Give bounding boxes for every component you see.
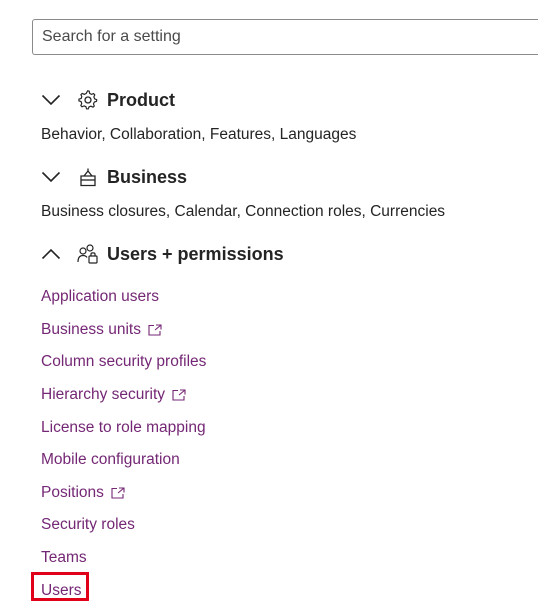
link-application-users[interactable]: Application users [41, 281, 206, 314]
chevron-down-icon[interactable] [40, 93, 62, 107]
section-summary-business: Business closures, Calendar, Connection … [41, 203, 446, 220]
link-label[interactable]: Users [41, 582, 81, 600]
chevron-down-icon[interactable] [40, 170, 62, 184]
users-lock-icon [77, 243, 99, 265]
link-mobile-configuration[interactable]: Mobile configuration [41, 444, 206, 477]
section-title-users-permissions: Users + permissions [107, 243, 284, 264]
link-label[interactable]: Application users [41, 288, 159, 306]
external-link-icon [148, 324, 162, 336]
link-users[interactable]: Users [41, 574, 206, 604]
section-header-product[interactable]: Product [40, 86, 175, 114]
link-positions[interactable]: Positions [41, 477, 206, 510]
section-title-product: Product [107, 89, 176, 110]
business-icon [77, 166, 99, 188]
link-label[interactable]: Teams [41, 549, 87, 567]
search-input[interactable] [33, 20, 538, 54]
link-business-units[interactable]: Business units [41, 314, 206, 347]
settings-panel: Product Behavior, Collaboration, Feature… [0, 0, 538, 604]
section-header-users-permissions[interactable]: Users + permissions [40, 240, 284, 268]
external-link-icon [111, 487, 125, 499]
link-label[interactable]: Business units [41, 321, 141, 339]
users-permissions-link-list: Application users Business units Column … [41, 281, 206, 604]
link-hierarchy-security[interactable]: Hierarchy security [41, 379, 206, 412]
gear-icon [77, 89, 99, 111]
section-title-business: Business [107, 166, 188, 187]
external-link-icon [172, 389, 186, 401]
link-label[interactable]: Mobile configuration [41, 451, 180, 469]
link-label[interactable]: Positions [41, 484, 104, 502]
link-label[interactable]: Column security profiles [41, 353, 206, 371]
link-label[interactable]: Security roles [41, 516, 135, 534]
section-header-business[interactable]: Business [40, 163, 187, 191]
section-summary-product: Behavior, Collaboration, Features, Langu… [41, 126, 357, 143]
search-box[interactable] [32, 19, 538, 55]
link-license-to-role-mapping[interactable]: License to role mapping [41, 411, 206, 444]
link-label[interactable]: License to role mapping [41, 419, 206, 437]
link-column-security-profiles[interactable]: Column security profiles [41, 346, 206, 379]
link-teams[interactable]: Teams [41, 542, 206, 575]
link-label[interactable]: Hierarchy security [41, 386, 165, 404]
chevron-up-icon[interactable] [40, 247, 62, 261]
link-security-roles[interactable]: Security roles [41, 509, 206, 542]
